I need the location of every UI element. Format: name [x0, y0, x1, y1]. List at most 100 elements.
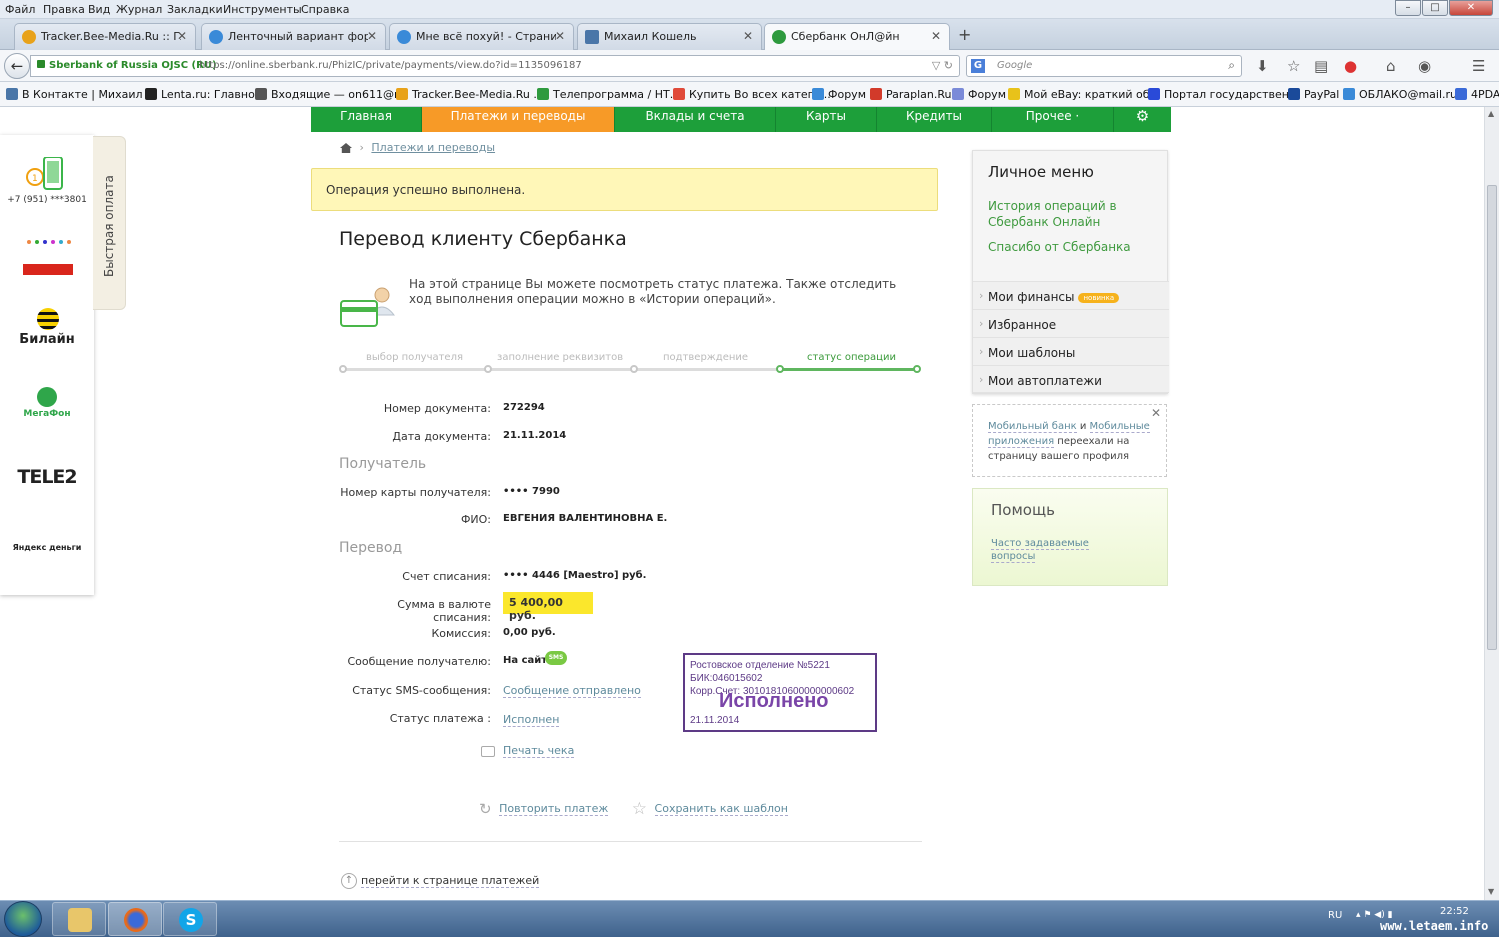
progress-line-active	[780, 368, 918, 371]
mobile-bank-link[interactable]: Мобильный банк	[988, 421, 1077, 433]
bookmark-item[interactable]: Lenta.ru: Главное:	[145, 88, 265, 101]
url-text[interactable]: https://online.sberbank.ru/PhizIC/privat…	[199, 60, 582, 71]
bookmark-item[interactable]: Портал государствен...	[1148, 88, 1299, 101]
maximize-button[interactable]: □	[1422, 0, 1448, 16]
nav-deposits[interactable]: Вклады и счета	[615, 107, 776, 132]
gear-icon[interactable]: ⚙	[1114, 107, 1171, 132]
addon-icon[interactable]: ◉	[1418, 57, 1431, 75]
menu-edit[interactable]: Правка	[43, 3, 85, 16]
home-icon[interactable]: ⌂	[1386, 57, 1396, 75]
bookmark-item[interactable]: 4PDA	[1455, 88, 1499, 101]
beeline-logo-icon[interactable]	[37, 308, 59, 330]
url-bar[interactable]: Sberbank of Russia OJSC (RU) https://onl…	[30, 55, 960, 77]
tab-sberbank[interactable]: Сбербанк ОнЛ@йн ✕	[764, 23, 950, 51]
menu-favorites[interactable]: Избранное	[973, 309, 1169, 337]
nav-home[interactable]: Главная	[311, 107, 422, 132]
minimize-button[interactable]: –	[1395, 0, 1421, 16]
nav-cards[interactable]: Карты	[776, 107, 877, 132]
breadcrumb-payments-link[interactable]: Платежи и переводы	[371, 141, 495, 154]
tray-language[interactable]: RU	[1328, 910, 1342, 921]
nav-payments[interactable]: Платежи и переводы	[422, 107, 615, 132]
menu-autopayments[interactable]: Мои автоплатежи	[973, 365, 1169, 393]
tab-tracker[interactable]: Tracker.Bee-Media.Ru :: Гл... ✕	[14, 23, 196, 50]
bookmark-item[interactable]: Paraplan.Ru	[870, 88, 952, 101]
spasibo-link[interactable]: Спасибо от Сбербанка	[988, 239, 1131, 255]
repeat-payment-link[interactable]: Повторить платеж	[499, 802, 609, 816]
close-window-button[interactable]: ✕	[1449, 0, 1493, 16]
menu-bookmarks[interactable]: Закладки	[167, 3, 223, 16]
close-icon[interactable]: ✕	[931, 29, 941, 43]
close-icon[interactable]: ✕	[743, 29, 753, 43]
google-icon[interactable]: G	[971, 59, 985, 73]
menu-history[interactable]: Журнал	[116, 3, 162, 16]
menu-tools[interactable]: Инструменты	[223, 3, 302, 16]
download-icon[interactable]: ⬇	[1256, 57, 1269, 75]
site-identity[interactable]: Sberbank of Russia OJSC (RU)	[37, 60, 217, 71]
nav-credits[interactable]: Кредиты	[877, 107, 992, 132]
bookmark-item[interactable]: Мой eBay: краткий об...	[1008, 88, 1160, 101]
sms-status-link[interactable]: Сообщение отправлено	[503, 684, 641, 698]
bookmark-item[interactable]: Форум	[952, 88, 1006, 101]
bookmark-favicon-icon	[1455, 88, 1467, 100]
tab-page[interactable]: Мне всё похуй! - Страниц... ✕	[389, 23, 574, 50]
taskbar-explorer[interactable]	[52, 902, 106, 936]
charity-logo-icon[interactable]	[23, 238, 73, 278]
bookmarks-list-icon[interactable]: ▤	[1314, 57, 1328, 75]
back-to-payments[interactable]: ↑ перейти к странице платежей	[341, 873, 540, 889]
search-bar[interactable]: G Google ⌕	[966, 55, 1242, 77]
bookmark-item[interactable]: В Контакте | Михаил ...	[6, 88, 157, 101]
print-receipt-link[interactable]: Печать чека	[503, 744, 575, 758]
yandex-money-label[interactable]: Яндекс деньги	[0, 543, 94, 552]
search-input[interactable]: Google	[997, 60, 1032, 71]
bookmark-item[interactable]: ОБЛАКО@mail.ru	[1343, 88, 1457, 101]
quick-pay-phone[interactable]: +7 (951) ***3801	[0, 195, 94, 205]
payment-status-link[interactable]: Исполнен	[503, 713, 560, 727]
scroll-thumb[interactable]	[1487, 185, 1497, 650]
bookmark-item[interactable]: Форум	[812, 88, 866, 101]
menu-help[interactable]: Справка	[301, 3, 349, 16]
tab-vk[interactable]: Михаил Кошель ✕	[577, 23, 762, 50]
bookmark-favicon-icon	[812, 88, 824, 100]
scroll-up-icon[interactable]: ▲	[1488, 109, 1494, 118]
quick-pay-tab[interactable]: Быстрая оплата	[93, 136, 126, 310]
menu-view[interactable]: Вид	[88, 3, 110, 16]
bookmark-item[interactable]: Телепрограмма / НТ...	[537, 88, 680, 101]
close-icon[interactable]: ✕	[177, 29, 187, 43]
scroll-down-icon[interactable]: ▼	[1488, 887, 1494, 896]
bookmark-item[interactable]: Tracker.Bee-Media.Ru ...	[396, 88, 544, 101]
hamburger-menu-icon[interactable]: ☰	[1472, 57, 1485, 75]
bookmark-item[interactable]: Купить Во всех катего...	[673, 88, 831, 101]
taskbar	[0, 900, 1499, 937]
taskbar-skype[interactable]: S	[163, 902, 217, 936]
adblock-icon[interactable]: ●	[1344, 57, 1357, 75]
reload-icon[interactable]: ▽ ↻	[932, 59, 953, 72]
menu-file[interactable]: Файл	[5, 3, 35, 16]
save-template-link[interactable]: Сохранить как шаблон	[654, 802, 788, 816]
nav-other[interactable]: Прочее ·	[992, 107, 1114, 132]
faq-link[interactable]: Часто задаваемые вопросы	[991, 538, 1089, 563]
back-button[interactable]: ←	[4, 53, 30, 79]
new-badge: новинка	[1078, 292, 1120, 303]
search-icon[interactable]: ⌕	[1228, 58, 1235, 73]
clock[interactable]: 22:52	[1440, 906, 1469, 917]
back-to-payments-link[interactable]: перейти к странице платежей	[361, 874, 540, 888]
windows-start-icon[interactable]	[4, 901, 42, 937]
operations-history-link[interactable]: История операций в Сбербанк Онлайн	[988, 198, 1148, 230]
menu-templates[interactable]: Мои шаблоны	[973, 337, 1169, 365]
close-icon[interactable]: ✕	[555, 29, 565, 43]
new-tab-button[interactable]: +	[958, 25, 971, 44]
menu-my-finances[interactable]: Мои финансыновинка	[973, 281, 1169, 309]
megafon-logo-icon[interactable]	[37, 387, 57, 407]
vertical-scrollbar[interactable]: ▲ ▼	[1484, 107, 1499, 900]
bookmark-item[interactable]: PayPal	[1288, 88, 1339, 101]
print-receipt[interactable]: Печать чека	[481, 744, 575, 758]
tele2-label[interactable]: TELE2	[0, 466, 94, 488]
tab-forum[interactable]: Ленточный вариант фору... ✕	[201, 23, 386, 50]
close-icon[interactable]: ✕	[1151, 406, 1161, 421]
bookmark-item[interactable]: Входящие — on611@r...	[255, 88, 408, 101]
phone-icon[interactable]: 1	[26, 156, 66, 190]
close-icon[interactable]: ✕	[367, 29, 377, 43]
home-icon[interactable]	[340, 143, 352, 153]
star-icon[interactable]: ☆	[1287, 57, 1300, 75]
taskbar-firefox[interactable]	[108, 902, 162, 936]
